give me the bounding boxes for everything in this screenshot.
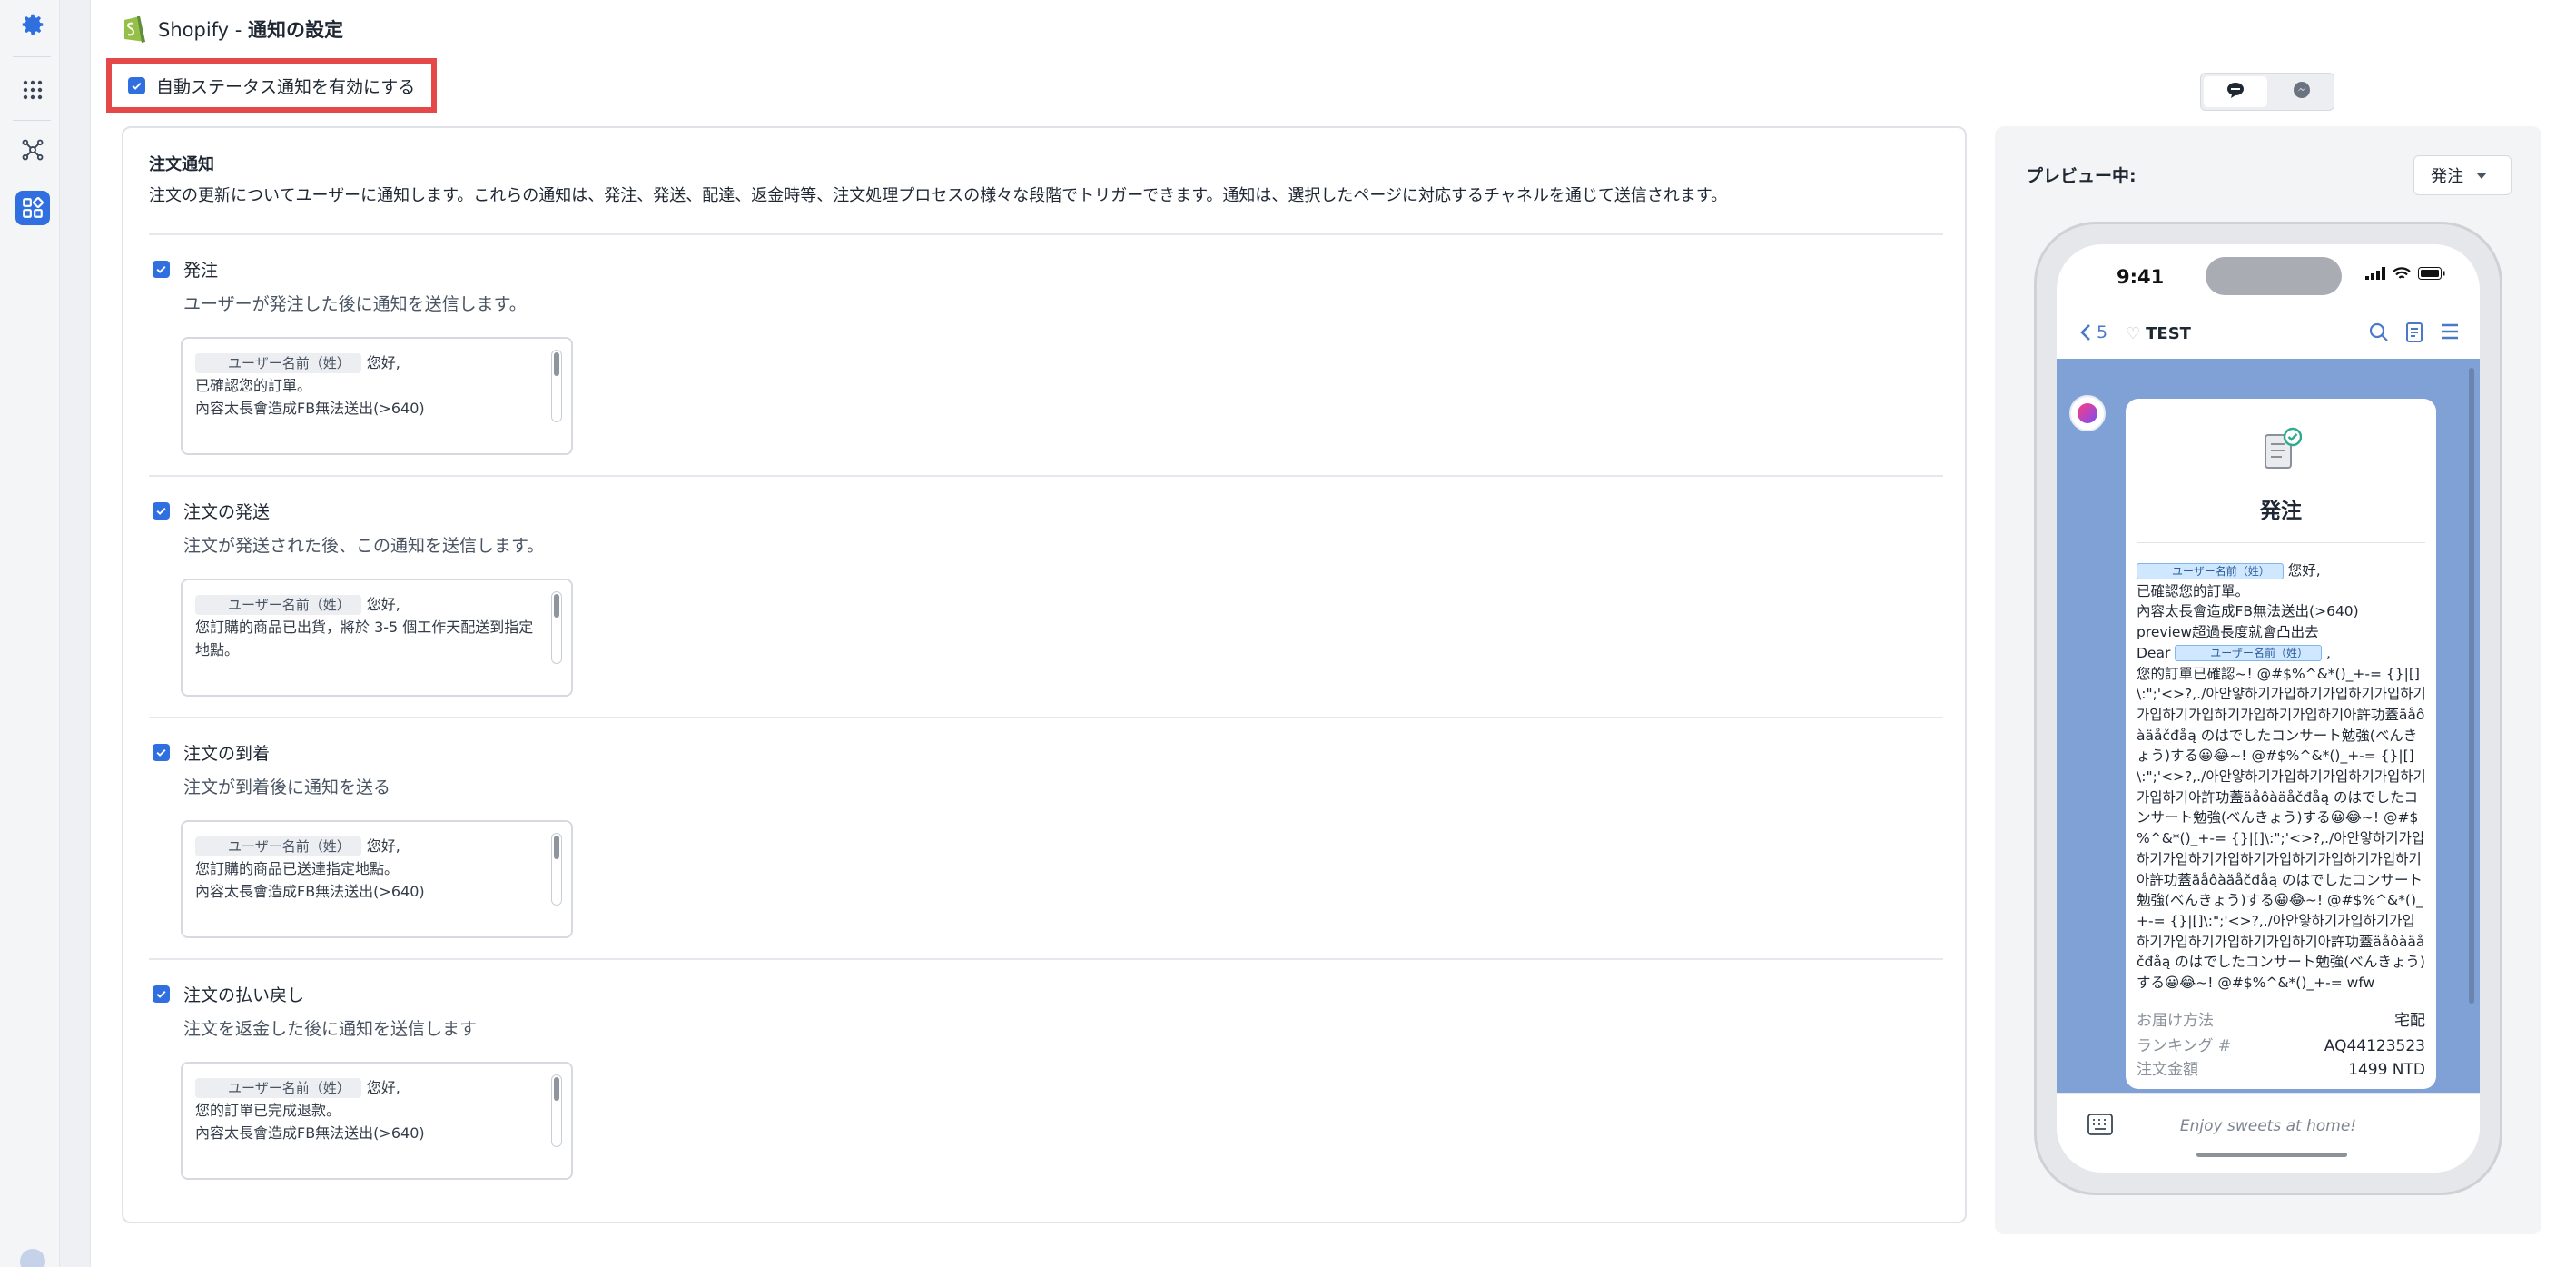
divider [149,717,1943,718]
notification-description: 注文が発送された後、この通知を送信します。 [183,536,545,556]
notification-description: ユーザーが発注した後に通知を送信します。 [183,294,527,314]
chevron-down-icon [2476,172,2487,179]
signal-icon [2365,266,2385,283]
divider [149,475,1943,477]
user-avatar[interactable] [20,1249,45,1267]
section-heading: 注文通知 [149,155,214,174]
order-shipped-checkbox[interactable] [153,502,170,520]
phone-screen: 9:41 5 ♡ TEST 発注 ユーザー名前（姓） 您好, 已確認您的訂單。 … [2057,244,2480,1173]
line-icon [2226,82,2245,102]
divider [149,958,1943,960]
auto-status-toggle[interactable]: 自動ステータス通知を有効にする [106,58,437,113]
chat-input-bar[interactable]: Enjoy sweets at home! [2057,1093,2480,1156]
preview-selected-value: 発注 [2431,167,2463,186]
bubble-message: ユーザー名前（姓） 您好, 已確認您的訂單。 內容太長會造成FB無法送出(>64… [2137,562,2426,992]
wifi-icon [2393,266,2411,283]
auto-status-label: 自動ステータス通知を有効にする [156,76,416,97]
phone-mockup: 9:41 5 ♡ TEST 発注 ユーザー名前（姓） 您好, 已確認您的訂單。 … [2034,222,2502,1195]
order-delivered-checkbox[interactable] [153,744,170,761]
variable-tag[interactable]: ユーザー名前（姓） [195,1078,361,1098]
chat-input-placeholder: Enjoy sweets at home! [2179,1117,2357,1135]
chat-header: 5 ♡ TEST [2057,312,2480,357]
detail-row: 注文金額 1499 NTD [2137,1061,2425,1079]
chat-name: ♡ TEST [2126,324,2191,343]
notification-title: 発注 [183,261,219,281]
scrollbar[interactable] [551,833,562,906]
message-template-editor[interactable]: ユーザー名前（姓） 您好, 已確認您的訂單。 內容太長會造成FB無法送出(>640… [181,337,573,455]
notification-title: 注文の払い戻し [183,985,305,1005]
notification-order-delivered: 注文の到着 注文が到着後に通知を送る ユーザー名前（姓） 您好, 您訂購的商品已送… [153,740,697,938]
notification-description: 注文が到着後に通知を送る [183,777,391,797]
section-description: 注文の更新についてユーザーに通知します。これらの通知は、発注、発送、配達、返金時… [149,186,1728,205]
notification-description: 注文を返金した後に通知を送信します [183,1019,478,1039]
variable-tag: ユーザー名前（姓） [2137,562,2284,579]
auto-status-checkbox[interactable] [128,76,145,94]
detail-row: ランキング # AQ44123523 [2137,1037,2425,1055]
apps-grid-icon[interactable] [15,73,50,107]
message-bubble: 発注 ユーザー名前（姓） 您好, 已確認您的訂單。 內容太長會造成FB無法送出(… [2126,399,2436,1089]
network-icon[interactable] [15,133,50,167]
detail-row: お届け方法 宅配 [2137,1012,2425,1030]
battery-icon [2418,266,2445,283]
scrollbar[interactable] [551,591,562,664]
message-template-editor[interactable]: ユーザー名前（姓） 您好, 您訂購的商品已送達指定地點。 內容太長會造成FB無法送… [181,820,573,938]
gear-icon[interactable] [15,7,50,42]
dashboard-icon[interactable] [15,191,50,225]
status-bar: 9:41 [2057,244,2480,308]
variable-tag[interactable]: ユーザー名前（姓） [195,353,361,373]
scrollbar[interactable] [551,350,562,422]
variable-tag: ユーザー名前（姓） [2175,645,2323,662]
secondary-rail [60,0,91,1267]
unread-count: 5 [2097,322,2108,342]
variable-tag[interactable]: ユーザー名前（姓） [195,836,361,856]
chat-area[interactable]: 発注 ユーザー名前（姓） 您好, 已確認您的訂單。 內容太長會造成FB無法送出(… [2057,359,2480,1093]
shield-icon: ♡ [2126,324,2141,343]
preview-select[interactable]: 発注 [2413,155,2512,195]
home-indicator [2196,1153,2347,1157]
page-header: Shopify - 通知の設定 [120,11,343,47]
preview-label: プレビュー中: [2026,166,2137,186]
bot-avatar [2069,395,2106,431]
chat-scrollbar[interactable] [2469,368,2474,1004]
order-placed-checkbox[interactable] [153,261,170,278]
message-template-editor[interactable]: ユーザー名前（姓） 您好, 您訂購的商品已出貨，將於 3-5 個工作天配送到指定 … [181,579,573,697]
order-refunded-checkbox[interactable] [153,985,170,1003]
left-rail [0,0,60,1267]
rail-divider [13,56,51,57]
channel-toggle [2200,73,2334,111]
divider [149,233,1943,235]
line-channel-button[interactable] [2204,76,2267,107]
notification-title: 注文の発送 [183,502,271,522]
messenger-channel-button[interactable] [2270,74,2334,110]
shopify-logo-icon [120,11,149,47]
notification-title: 注文の到着 [183,744,271,764]
notification-order-refunded: 注文の払い戻し 注文を返金した後に通知を送信します ユーザー名前（姓） 您好, 您… [153,982,697,1180]
bubble-title: 発注 [2260,500,2302,523]
notification-order-placed: 発注 ユーザーが発注した後に通知を送信します。 ユーザー名前（姓） 您好, 已確認… [153,257,697,455]
messenger-icon [2293,81,2311,103]
scrollbar[interactable] [551,1074,562,1147]
notification-order-shipped: 注文の発送 注文が発送された後、この通知を送信します。 ユーザー名前（姓） 您好,… [153,499,697,697]
page-title: Shopify - 通知の設定 [158,19,344,41]
clock: 9:41 [2117,266,2165,288]
back-button[interactable]: 5 [2080,322,2107,342]
bubble-divider [2137,542,2425,543]
notes-icon[interactable] [2405,322,2423,346]
rail-divider [13,120,51,121]
variable-tag[interactable]: ユーザー名前（姓） [195,595,361,615]
search-icon[interactable] [2369,322,2389,346]
menu-icon[interactable] [2440,322,2460,346]
document-check-icon [2262,426,2303,477]
message-template-editor[interactable]: ユーザー名前（姓） 您好, 您的訂單已完成退款。 內容太長會造成FB無法送出(>6… [181,1062,573,1180]
dynamic-island [2206,257,2342,295]
order-notifications-card: 注文通知 注文の更新についてユーザーに通知します。これらの通知は、発注、発送、配… [122,126,1967,1223]
